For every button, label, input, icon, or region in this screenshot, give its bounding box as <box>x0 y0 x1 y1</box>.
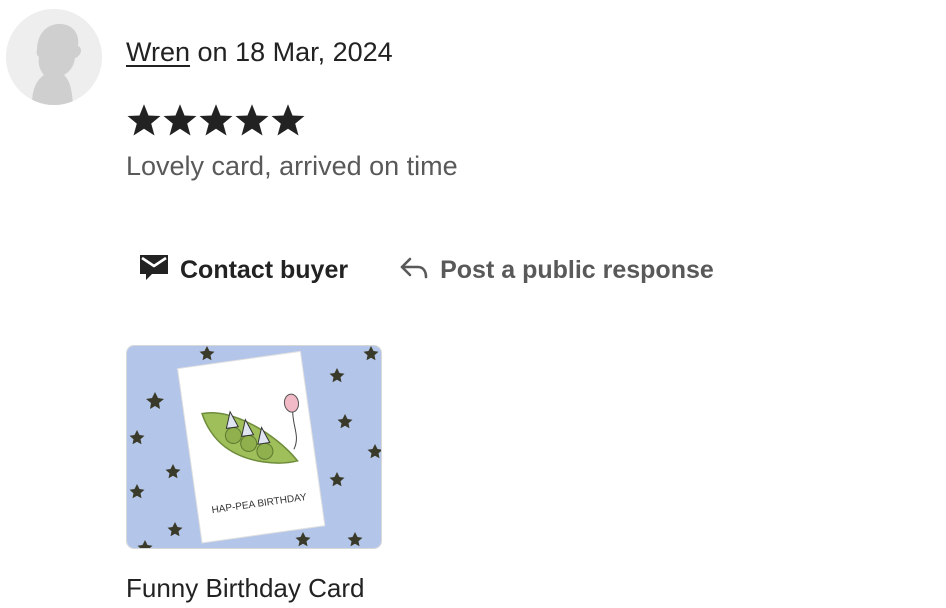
star-icon <box>271 104 305 136</box>
review-date: 18 Mar, 2024 <box>235 37 393 67</box>
review-actions: Contact buyer Post a public response <box>138 252 714 289</box>
reviewer-name-link[interactable]: Wren <box>126 37 190 67</box>
star-icon <box>199 104 233 136</box>
product-image[interactable]: HAP-PEA BIRTHDAY <box>126 345 382 549</box>
star-rating <box>126 102 306 138</box>
person-silhouette-icon <box>6 9 102 105</box>
star-icon <box>127 104 161 136</box>
star-icon <box>163 104 197 136</box>
review-card: Wren on 18 Mar, 2024 Lovely card, arrive… <box>0 0 946 608</box>
review-meta: Wren on 18 Mar, 2024 <box>126 34 393 70</box>
star-icon <box>235 104 269 136</box>
envelope-icon <box>138 252 170 289</box>
post-public-response-button[interactable]: Post a public response <box>398 252 714 289</box>
contact-buyer-button[interactable]: Contact buyer <box>138 252 348 289</box>
reply-arrow-icon <box>398 252 430 289</box>
contact-buyer-label: Contact buyer <box>180 256 349 284</box>
review-text: Lovely card, arrived on time <box>126 151 458 181</box>
avatar <box>6 9 102 105</box>
post-public-response-label: Post a public response <box>440 256 714 284</box>
date-prefix: on <box>190 37 236 67</box>
product-title-link[interactable]: Funny Birthday Card <box>126 570 364 606</box>
